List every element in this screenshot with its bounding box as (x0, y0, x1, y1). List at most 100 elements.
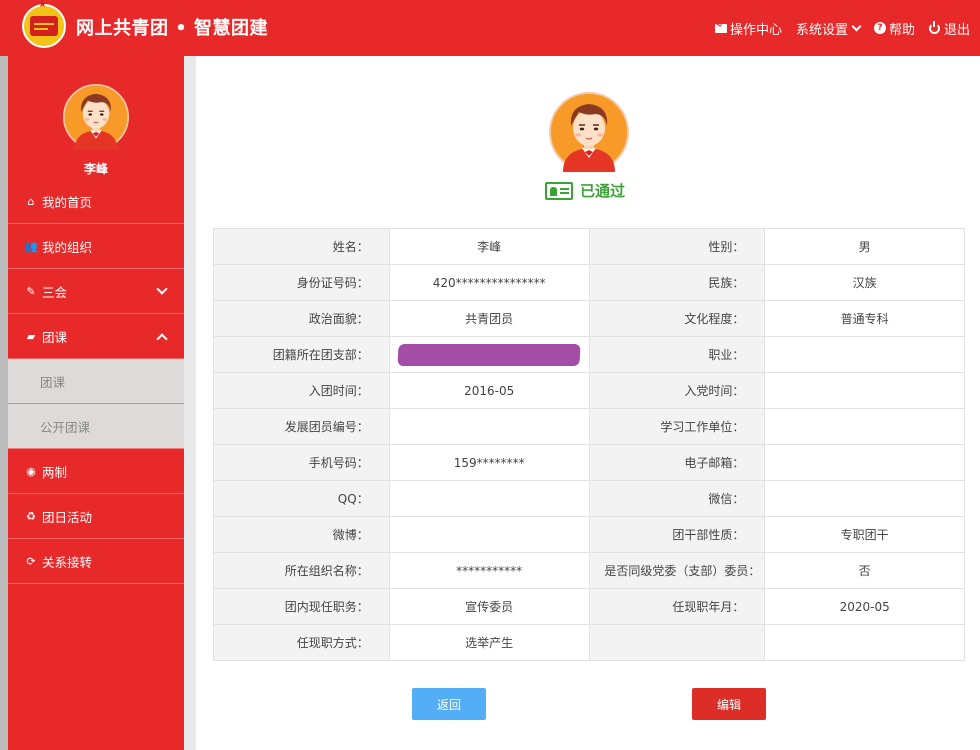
nav-system-settings-label: 系统设置 (795, 22, 848, 38)
power-icon (928, 20, 940, 34)
sidebar-item-label: 我的首页 (42, 194, 93, 210)
nav-system-settings[interactable]: 系统设置 (795, 19, 862, 38)
edit-icon: ✎ (26, 284, 36, 298)
join-league-label: 入团时间： (213, 372, 390, 409)
sidebar-item-label: 关系接转 (42, 554, 93, 570)
empty-value (764, 624, 965, 661)
table-row: 政治面貌： 共青团员 文化程度： 普通专科 (213, 300, 965, 337)
email-label: 电子邮箱： (588, 444, 766, 481)
member-no-value (388, 408, 590, 445)
sidebar-item-label: 三会 (42, 284, 68, 300)
wechat-label: 微信： (588, 480, 766, 517)
join-party-value (764, 372, 965, 409)
sidebar-item-home[interactable]: ⌂ 我的首页 (8, 179, 184, 224)
phone-label: 手机号码： (213, 444, 390, 481)
ethnic-value: 汉族 (764, 264, 965, 301)
wechat-value (764, 480, 965, 517)
table-row: QQ： 微信： (213, 480, 965, 517)
branch-label: 团籍所在团支部： (213, 336, 390, 373)
sidebar-item-my-org[interactable]: 👥 我的组织 (8, 224, 184, 269)
position-value: 宣传委员 (388, 588, 590, 625)
id-number-label: 身份证号码： (213, 264, 390, 301)
table-row: 任现职方式： 选举产生 (213, 624, 965, 661)
job-label: 职业： (588, 336, 766, 373)
sidebar-item-label: 我的组织 (42, 239, 93, 255)
job-value (764, 336, 965, 373)
org-name-value: *********** (388, 552, 590, 589)
sidebar-user-name: 李峰 (83, 162, 108, 176)
gender-label: 性别： (588, 228, 766, 265)
empty-label (588, 624, 766, 661)
league-logo-icon: ★ (22, 0, 66, 48)
top-nav: 操作中心 系统设置 ? 帮助 退出 (701, 0, 970, 56)
sidebar-subitem-public-class[interactable]: 公开团课 (8, 404, 184, 449)
nav-operation-center-label: 操作中心 (729, 22, 782, 38)
sidebar-item-three-meetings[interactable]: ✎ 三会 (8, 269, 184, 314)
position-date-label: 任现职年月： (588, 588, 766, 625)
cadre-type-value: 专职团干 (764, 516, 965, 553)
qq-value (388, 480, 590, 517)
chevron-up-icon (156, 333, 168, 345)
id-card-icon (545, 181, 573, 200)
education-label: 文化程度： (588, 300, 766, 337)
join-league-value: 2016-05 (388, 372, 590, 409)
target-icon: ◉ (26, 464, 36, 478)
table-row: 手机号码： 159******** 电子邮箱： (213, 444, 965, 481)
nav-logout-label: 退出 (943, 22, 970, 38)
position-label: 团内现任职务： (213, 588, 390, 625)
sidebar-scroll-strip (0, 56, 8, 750)
member-no-label: 发展团员编号： (213, 408, 390, 445)
weibo-value (388, 516, 590, 553)
edit-button[interactable]: 编辑 (692, 688, 766, 720)
sidebar-item-league-day[interactable]: ♻ 团日活动 (8, 494, 184, 539)
nav-help[interactable]: ? 帮助 (873, 19, 915, 38)
profile-avatar (549, 92, 629, 172)
political-value: 共青团员 (388, 300, 590, 337)
back-button[interactable]: 返回 (412, 688, 486, 720)
redaction-mark (397, 343, 581, 366)
appoint-method-label: 任现职方式： (213, 624, 390, 661)
envelope-icon (714, 23, 727, 33)
position-date-value: 2020-05 (764, 588, 965, 625)
sidebar-item-league-class[interactable]: ▰ 团课 (8, 314, 184, 359)
cadre-type-label: 团干部性质： (588, 516, 766, 553)
sidebar: 李峰 ⌂ 我的首页 👥 我的组织 ✎ 三会 ▰ 团课 团课 公开团课 ◉ 两制 (8, 56, 184, 750)
committee-value: 否 (764, 552, 965, 589)
recycle-icon: ♻ (26, 509, 36, 523)
sidebar-item-relation-transfer[interactable]: ⟳ 关系接转 (8, 539, 184, 584)
weibo-label: 微博： (213, 516, 390, 553)
app-title: 网上共青团 • 智慧团建 (76, 18, 269, 39)
status-badge: 已通过 (580, 182, 626, 200)
work-unit-value (764, 408, 965, 445)
chevron-down-icon (156, 283, 168, 295)
home-icon: ⌂ (27, 194, 35, 208)
sidebar-item-two-systems[interactable]: ◉ 两制 (8, 449, 184, 494)
sidebar-item-label: 两制 (42, 464, 68, 480)
email-value (764, 444, 965, 481)
gender-value: 男 (764, 228, 965, 265)
top-header: ★ 网上共青团 • 智慧团建 操作中心 系统设置 ? 帮助 退出 (0, 0, 980, 56)
work-unit-label: 学习工作单位： (588, 408, 766, 445)
table-row: 姓名： 李峰 性别： 男 (213, 228, 965, 265)
user-avatar (63, 84, 129, 150)
chevron-down-icon (851, 21, 862, 31)
nav-logout[interactable]: 退出 (928, 19, 970, 38)
nav-operation-center[interactable]: 操作中心 (714, 19, 782, 38)
sidebar-subitem-label: 公开团课 (40, 419, 91, 435)
approval-status: 已通过 (545, 180, 625, 201)
table-row: 所在组织名称： *********** 是否同级党委（支部）委员： 否 (213, 552, 965, 589)
qq-label: QQ： (213, 480, 390, 517)
refresh-icon: ⟳ (26, 554, 36, 568)
political-label: 政治面貌： (213, 300, 390, 337)
name-label: 姓名： (213, 228, 390, 265)
branch-value-redacted (388, 336, 590, 373)
committee-label: 是否同级党委（支部）委员： (588, 552, 766, 589)
users-icon: 👥 (24, 239, 38, 253)
member-info-table: 姓名： 李峰 性别： 男 身份证号码： 420*************** 民… (213, 228, 965, 661)
question-icon: ? (873, 22, 886, 34)
sidebar-subitem-league-class[interactable]: 团课 (8, 359, 184, 404)
sidebar-item-label: 团日活动 (42, 509, 93, 525)
table-row: 入团时间： 2016-05 入党时间： (213, 372, 965, 409)
table-row: 发展团员编号： 学习工作单位： (213, 408, 965, 445)
join-party-label: 入党时间： (588, 372, 766, 409)
